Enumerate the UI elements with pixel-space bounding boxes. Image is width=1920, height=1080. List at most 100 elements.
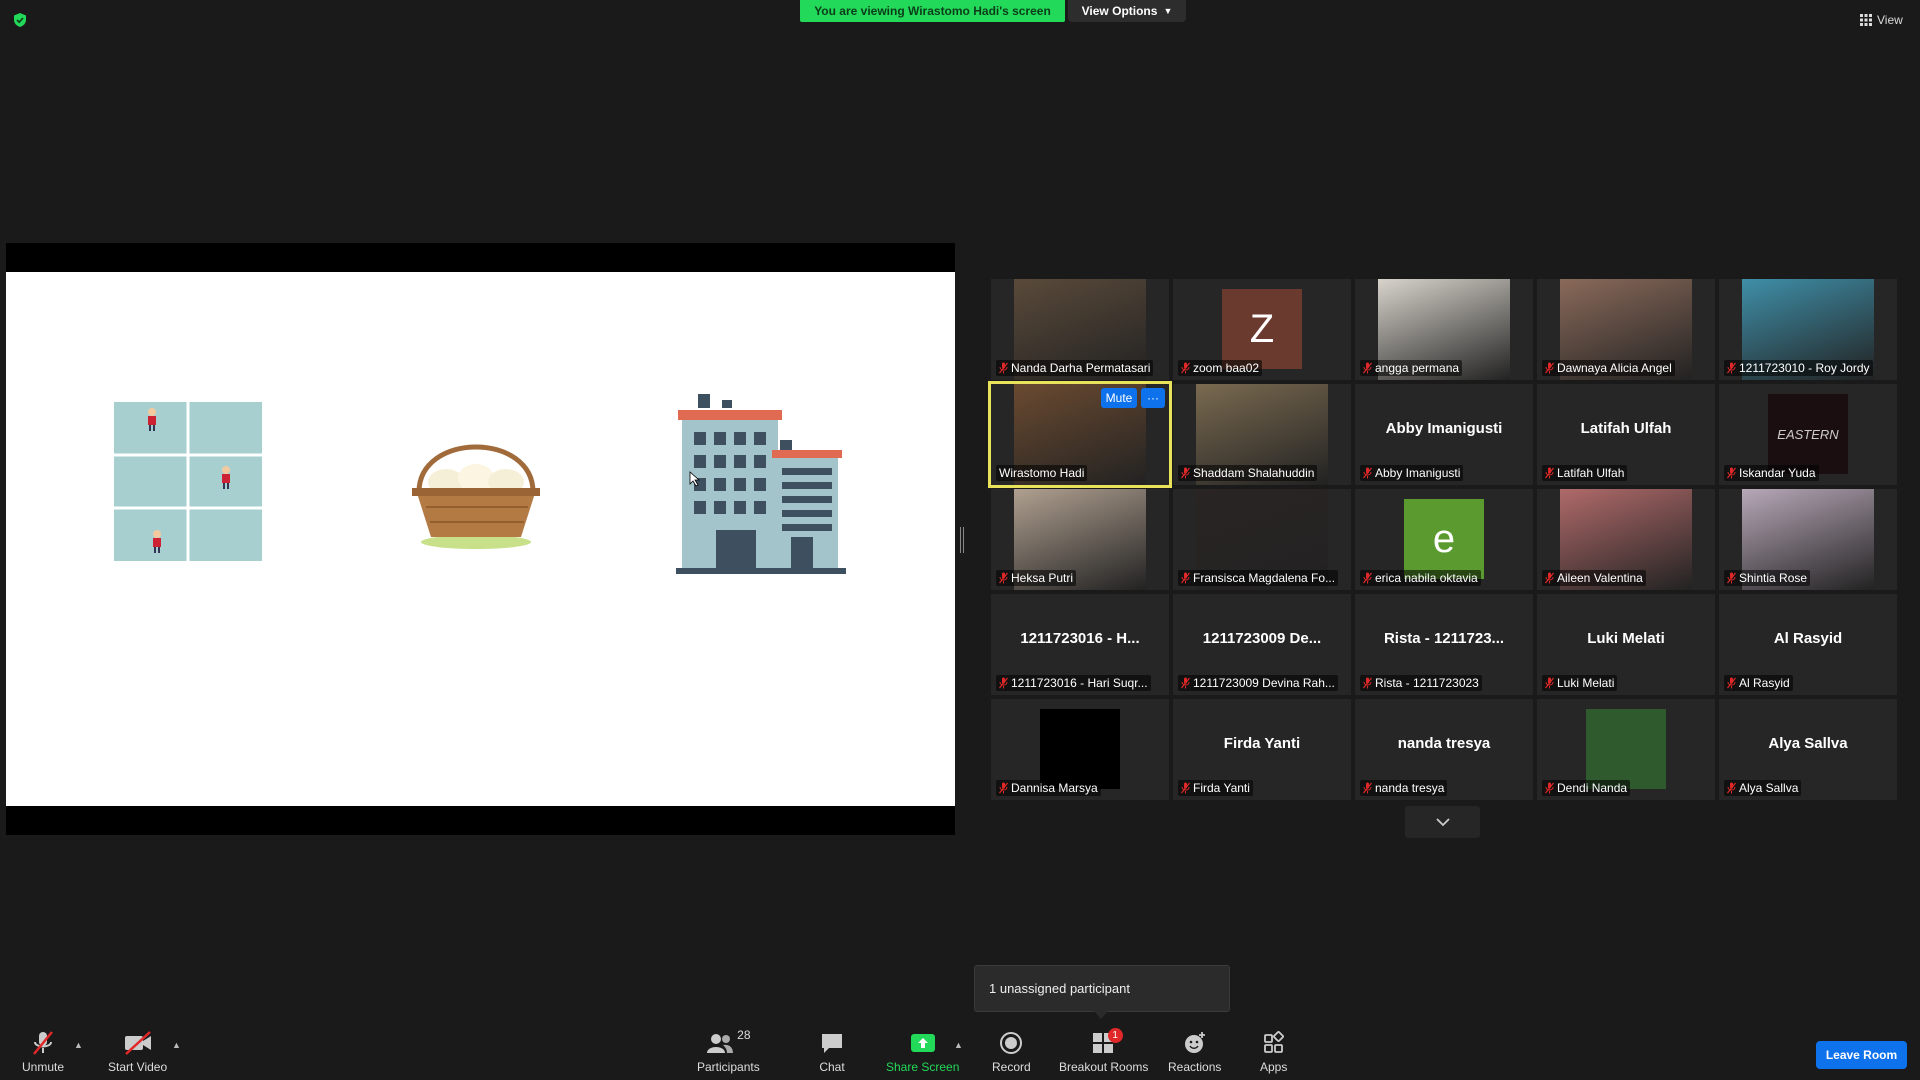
participant-profile-image [1586,709,1666,789]
participant-name: Iskandar Yuda [1739,466,1816,480]
video-options-caret[interactable]: ▲ [172,1040,181,1050]
participant-display-name: 1211723009 De... [1202,630,1322,647]
microphone-muted-icon [33,1031,53,1055]
participant-name: Dannisa Marsya [1011,781,1098,795]
participant-tile[interactable]: angga permana [1355,279,1533,380]
microphone-muted-icon [999,677,1008,689]
apps-label: Apps [1260,1060,1288,1074]
mute-participant-button[interactable]: Mute [1101,388,1137,408]
participant-tile[interactable]: Wirastomo Hadi Mute ··· [988,381,1172,488]
participant-name: 1211723010 - Roy Jordy [1739,361,1870,375]
unmute-button[interactable]: Unmute [22,1030,64,1074]
participant-tile[interactable]: 1211723016 - H... 1211723016 - Hari Suqr.… [991,594,1169,695]
participant-name-label: Al Rasyid [1724,675,1793,691]
participant-tile[interactable]: Al Rasyid Al Rasyid [1719,594,1897,695]
participant-tile[interactable]: 1211723009 De... 1211723009 Devina Rah... [1173,594,1351,695]
participant-more-options-button[interactable]: ··· [1141,388,1165,408]
participant-avatar: e [1404,499,1484,579]
participant-name: Al Rasyid [1739,676,1790,690]
participant-name-label: 1211723016 - Hari Suqr... [996,675,1151,691]
microphone-muted-icon [1727,467,1736,479]
security-shield-icon[interactable] [12,12,28,28]
participant-tile[interactable]: Firda Yanti Firda Yanti [1173,699,1351,800]
participant-tile[interactable]: EASTERN Iskandar Yuda [1719,384,1897,485]
participant-display-name: nanda tresya [1397,735,1491,752]
participant-tile[interactable]: Heksa Putri [991,489,1169,590]
leave-room-button[interactable]: Leave Room [1816,1041,1907,1069]
participant-name-label: nanda tresya [1360,780,1448,796]
participant-tile[interactable]: Fransisca Magdalena Fo... [1173,489,1351,590]
view-options-button[interactable]: View Options ▼ [1068,0,1186,22]
participant-display-name: Luki Melati [1587,630,1665,647]
participant-name-label: Dendi Nanda [1542,780,1631,796]
apps-icon [1263,1031,1284,1053]
breakout-rooms-button[interactable]: 1 Breakout Rooms [1059,1028,1148,1074]
participant-tile[interactable]: Zzoom baa02 [1173,279,1351,380]
participant-profile-image [1040,709,1120,789]
participant-name: Nanda Darha Permatasari [1011,361,1151,375]
microphone-muted-icon [1727,572,1736,584]
participant-tile[interactable]: Dendi Nanda [1537,699,1715,800]
participant-name-label: 1211723010 - Roy Jordy [1724,360,1873,376]
participant-name-label: Alya Sallva [1724,780,1802,796]
participant-name-label: Iskandar Yuda [1724,465,1819,481]
chat-button[interactable]: Chat [819,1030,845,1074]
participant-tile[interactable]: e erica nabila oktavia [1355,489,1533,590]
reactions-label: Reactions [1168,1060,1222,1074]
participants-label: Participants [697,1060,760,1074]
share-options-caret[interactable]: ▲ [954,1040,963,1050]
participant-tile[interactable]: 1211723010 - Roy Jordy [1719,279,1897,380]
apps-button[interactable]: Apps [1260,1030,1287,1074]
view-options-label: View Options [1081,4,1158,18]
reactions-button[interactable]: Reactions [1168,1030,1221,1074]
participant-tile[interactable]: Alya Sallva Alya Sallva [1719,699,1897,800]
unassigned-participant-tooltip: 1 unassigned participant [974,965,1230,1012]
record-icon [1000,1032,1023,1054]
audio-options-caret[interactable]: ▲ [74,1040,83,1050]
participant-tile[interactable]: Shintia Rose [1719,489,1897,590]
chat-label: Chat [819,1060,845,1074]
participant-name: Aileen Valentina [1557,571,1643,585]
participant-tile[interactable]: Shaddam Shalahuddin [1173,384,1351,485]
participant-name: Dendi Nanda [1557,781,1628,795]
participant-tile[interactable]: Luki Melati Luki Melati [1537,594,1715,695]
participant-name: Latifah Ulfah [1557,466,1625,480]
participant-name-label: 1211723009 Devina Rah... [1178,675,1338,691]
participant-name-label: Nanda Darha Permatasari [996,360,1154,376]
share-screen-button[interactable]: Share Screen [886,1030,959,1074]
participant-tile[interactable]: Abby Imanigusti Abby Imanigusti [1355,384,1533,485]
participant-name-label: angga permana [1360,360,1463,376]
gallery-scroll-down-button[interactable] [1405,806,1480,838]
participant-name-label: Wirastomo Hadi [996,465,1088,481]
participant-display-name: Alya Sallva [1768,735,1848,752]
participant-name-label: erica nabila oktavia [1360,570,1481,586]
participant-tile[interactable]: nanda tresya nanda tresya [1355,699,1533,800]
participants-button[interactable]: 28 Participants [697,1028,760,1074]
microphone-muted-icon [1545,572,1554,584]
participant-name-label: Firda Yanti [1178,780,1253,796]
participant-name: Wirastomo Hadi [999,466,1085,480]
view-button[interactable]: View [1860,10,1903,30]
video-camera-off-icon [124,1031,151,1055]
microphone-muted-icon [1363,677,1372,689]
participants-icon [707,1034,734,1053]
microphone-muted-icon [1363,782,1372,794]
presentation-slide [6,272,955,806]
panel-resize-handle[interactable] [960,527,964,553]
participant-display-name: 1211723016 - H... [1020,630,1140,647]
participant-name: Fransisca Magdalena Fo... [1193,571,1336,585]
microphone-muted-icon [999,362,1008,374]
start-video-button[interactable]: Start Video [108,1030,167,1074]
record-button[interactable]: Record [992,1030,1031,1074]
participant-tile[interactable]: Dawnaya Alicia Angel [1537,279,1715,380]
participant-tile[interactable]: Dannisa Marsya [991,699,1169,800]
participant-tile[interactable]: Nanda Darha Permatasari [991,279,1169,380]
microphone-muted-icon [999,782,1008,794]
microphone-muted-icon [1545,782,1554,794]
participant-tile[interactable]: Latifah Ulfah Latifah Ulfah [1537,384,1715,485]
participant-name-label: Abby Imanigusti [1360,465,1464,481]
participant-tile[interactable]: Rista - 1211723... Rista - 1211723023 [1355,594,1533,695]
share-screen-icon [910,1034,935,1052]
participant-tile[interactable]: Aileen Valentina [1537,489,1715,590]
microphone-muted-icon [1363,572,1372,584]
